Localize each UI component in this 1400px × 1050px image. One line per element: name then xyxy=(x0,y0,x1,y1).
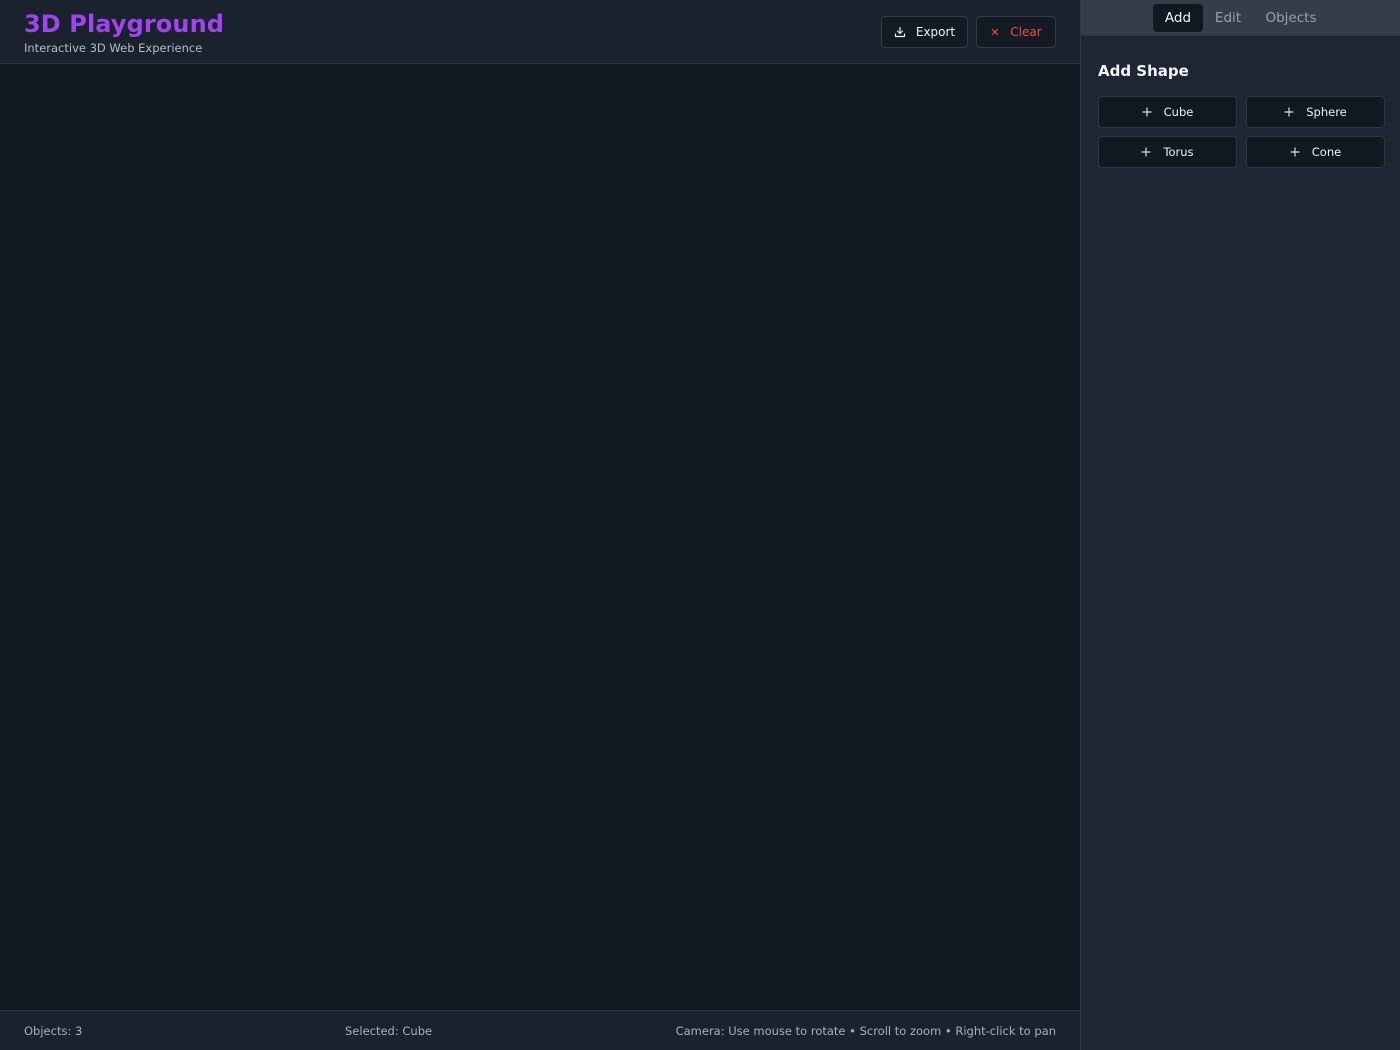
tab-add[interactable]: Add xyxy=(1153,4,1203,32)
app-header: 3D Playground Interactive 3D Web Experie… xyxy=(0,0,1080,64)
status-camera-hint: Camera: Use mouse to rotate • Scroll to … xyxy=(675,1024,1056,1038)
plus-icon xyxy=(1284,107,1294,117)
app-root: 3D Playground Interactive 3D Web Experie… xyxy=(0,0,1400,1050)
export-button-label: Export xyxy=(915,25,956,39)
add-torus-label: Torus xyxy=(1163,145,1194,159)
plus-icon xyxy=(1290,147,1300,157)
clear-button-label: Clear xyxy=(1010,25,1042,39)
add-torus-button[interactable]: Torus xyxy=(1098,136,1237,168)
add-sphere-button[interactable]: Sphere xyxy=(1246,96,1385,128)
main-area: 3D Playground Interactive 3D Web Experie… xyxy=(0,0,1080,1050)
app-subtitle: Interactive 3D Web Experience xyxy=(24,41,203,55)
sidebar-tabs: Add Edit Objects xyxy=(1081,0,1400,36)
plus-icon xyxy=(1142,107,1152,117)
sidebar: Add Edit Objects Add Shape Cube Sphere T… xyxy=(1080,0,1400,1050)
3d-viewport[interactable] xyxy=(0,64,1080,1010)
clear-button[interactable]: Clear xyxy=(976,16,1056,48)
add-sphere-label: Sphere xyxy=(1306,105,1347,119)
status-selected-object: Selected: Cube xyxy=(345,1024,433,1038)
add-cube-label: Cube xyxy=(1163,105,1194,119)
tab-edit[interactable]: Edit xyxy=(1209,4,1247,32)
status-objects-count: Objects: 3 xyxy=(24,1024,83,1038)
add-cone-label: Cone xyxy=(1311,145,1342,159)
export-button[interactable]: Export xyxy=(881,16,968,48)
add-cube-button[interactable]: Cube xyxy=(1098,96,1237,128)
add-shape-heading: Add Shape xyxy=(1098,62,1189,80)
tab-objects[interactable]: Objects xyxy=(1261,4,1321,32)
app-title: 3D Playground xyxy=(24,10,225,38)
status-bar: Objects: 3 Selected: Cube Camera: Use mo… xyxy=(0,1010,1080,1050)
plus-icon xyxy=(1141,147,1152,157)
add-cone-button[interactable]: Cone xyxy=(1246,136,1385,168)
download-icon xyxy=(894,26,905,38)
close-icon xyxy=(992,28,999,36)
